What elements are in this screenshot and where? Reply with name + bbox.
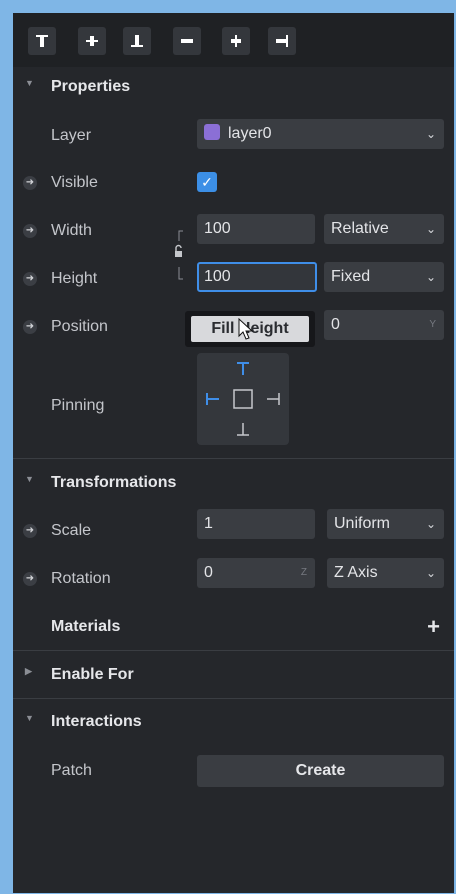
layer-label: Layer	[51, 127, 92, 144]
keyframe-arrow-icon[interactable]: ➜	[23, 524, 37, 538]
height-input[interactable]: 100	[197, 262, 317, 292]
align-bottom-button[interactable]	[123, 27, 151, 55]
pinning-label: Pinning	[51, 397, 105, 414]
section-divider	[13, 458, 454, 459]
align-vertical-center-button[interactable]	[78, 27, 106, 55]
align-right-icon	[276, 35, 288, 47]
materials-section-header: Materials +	[13, 614, 454, 640]
chevron-down-icon: ⌄	[425, 127, 436, 141]
section-divider	[13, 650, 454, 651]
align-top-icon	[36, 35, 48, 47]
interactions-title: Interactions	[51, 713, 142, 730]
height-mode-dropdown[interactable]: Fixed ⌄	[324, 262, 444, 292]
align-horizontal-center-button[interactable]	[222, 27, 250, 55]
collapse-triangle-icon: ▼	[25, 78, 34, 88]
height-mode-value: Fixed	[331, 268, 371, 285]
keyframe-arrow-icon[interactable]: ➜	[23, 272, 37, 286]
align-left-icon	[181, 39, 193, 43]
chevron-down-icon: ⌄	[425, 517, 436, 531]
transformations-title: Transformations	[51, 474, 177, 491]
rotation-axis-dropdown[interactable]: Z Axis ⌄	[327, 558, 444, 588]
align-left-button[interactable]	[173, 27, 201, 55]
rotation-value: 0	[204, 564, 213, 581]
align-right-button[interactable]	[268, 27, 296, 55]
rotation-input[interactable]: 0 Z	[197, 558, 315, 588]
materials-title: Materials	[51, 618, 121, 635]
width-mode-value: Relative	[331, 220, 389, 237]
scale-input[interactable]: 1	[197, 509, 315, 539]
width-input[interactable]: 100	[197, 214, 315, 244]
align-vertical-center-icon	[86, 36, 98, 46]
rotation-label: Rotation	[51, 570, 111, 587]
rotation-suffix: Z	[300, 567, 307, 578]
chevron-down-icon: ⌄	[425, 222, 436, 236]
expand-triangle-icon: ▶	[25, 666, 32, 676]
section-divider	[13, 698, 454, 699]
align-top-button[interactable]	[28, 27, 56, 55]
visible-checkbox[interactable]: ✓	[197, 172, 217, 192]
keyframe-arrow-icon[interactable]: ➜	[23, 572, 37, 586]
chevron-down-icon: ⌄	[425, 270, 436, 284]
properties-section-header[interactable]: ▼ Properties	[13, 78, 454, 98]
layer-dropdown[interactable]: layer0 ⌄	[197, 119, 444, 149]
align-bottom-icon	[131, 35, 143, 47]
add-material-icon[interactable]: +	[427, 614, 440, 640]
width-mode-dropdown[interactable]: Relative ⌄	[324, 214, 444, 244]
collapse-triangle-icon: ▼	[25, 713, 34, 723]
enable-for-section-header[interactable]: ▶ Enable For	[13, 666, 454, 686]
collapse-triangle-icon: ▼	[25, 474, 34, 484]
layer-swatch	[204, 124, 220, 140]
pinning-diagram-icon	[206, 362, 280, 436]
scale-mode-dropdown[interactable]: Uniform ⌄	[327, 509, 444, 539]
keyframe-arrow-icon[interactable]: ➜	[23, 320, 37, 334]
alignment-toolbar	[13, 13, 454, 67]
width-label: Width	[51, 222, 92, 239]
inspector-panel: ▼ Properties Layer layer0 ⌄ ➜ Visible ✓ …	[13, 13, 454, 893]
chevron-down-icon: ⌄	[425, 566, 436, 580]
properties-title: Properties	[51, 78, 131, 95]
patch-label: Patch	[51, 762, 92, 779]
scale-label: Scale	[51, 522, 92, 539]
visible-label: Visible	[51, 174, 98, 191]
keyframe-arrow-icon[interactable]: ➜	[23, 176, 37, 190]
mouse-cursor-icon	[238, 318, 254, 340]
position-y-input[interactable]: 0 Y	[324, 310, 444, 340]
position-y-value: 0	[331, 316, 340, 333]
position-y-suffix: Y	[429, 319, 436, 330]
create-patch-button[interactable]: Create	[197, 755, 444, 787]
enable-for-title: Enable For	[51, 666, 134, 683]
height-label: Height	[51, 270, 98, 287]
transformations-section-header[interactable]: ▼ Transformations	[13, 474, 454, 494]
align-horizontal-center-icon	[231, 35, 241, 47]
aspect-lock-icon[interactable]	[171, 229, 191, 285]
position-label: Position	[51, 318, 108, 335]
scale-mode-value: Uniform	[334, 515, 391, 532]
interactions-section-header[interactable]: ▼ Interactions	[13, 713, 454, 733]
pinning-widget[interactable]	[197, 353, 289, 445]
layer-value: layer0	[228, 125, 272, 142]
keyframe-arrow-icon[interactable]: ➜	[23, 224, 37, 238]
rotation-axis-value: Z Axis	[334, 564, 378, 581]
